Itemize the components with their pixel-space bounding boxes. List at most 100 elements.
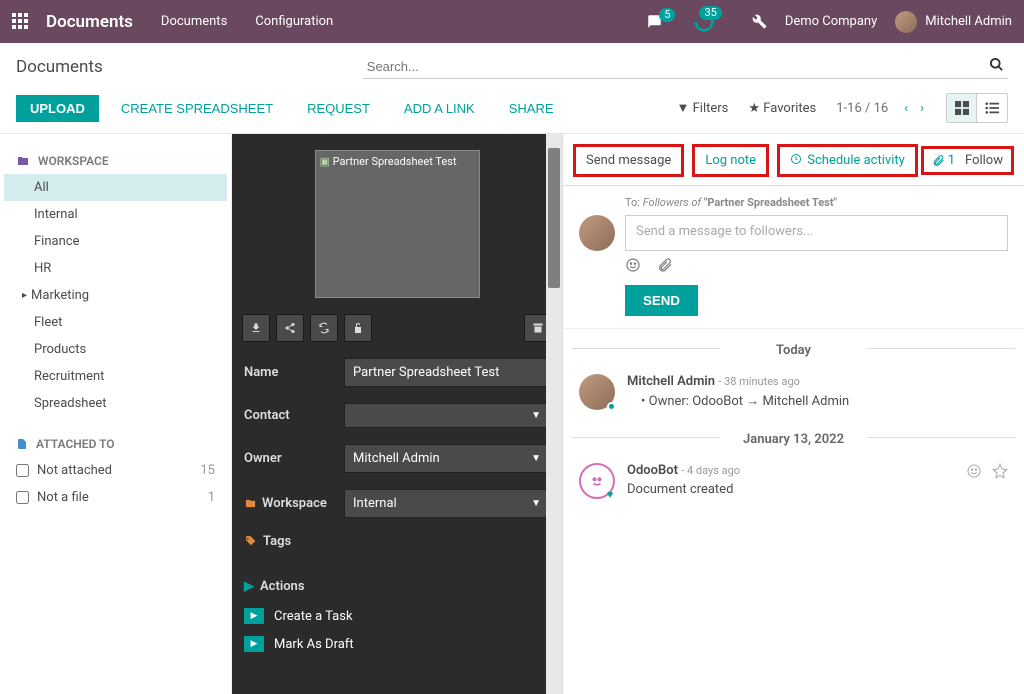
pager-label[interactable]: 1-16 / 16 xyxy=(836,101,888,116)
caret-right-icon: ▸ xyxy=(22,290,27,301)
replace-button[interactable] xyxy=(310,314,338,342)
document-thumbnail[interactable]: ▣ Partner Spreadsheet Test xyxy=(315,150,480,298)
composer: To: Followers of "Partner Spreadsheet Te… xyxy=(563,186,1024,329)
star-button[interactable] xyxy=(992,463,1008,499)
msg-actions xyxy=(966,463,1008,499)
sidebar-item-spreadsheet[interactable]: Spreadsheet xyxy=(4,390,227,417)
page-prev[interactable]: ‹ xyxy=(898,101,914,116)
lock-open-icon xyxy=(352,322,364,334)
kanban-view-button[interactable] xyxy=(947,94,977,122)
download-button[interactable] xyxy=(242,314,270,342)
owner-field[interactable]: Mitchell Admin ▼ xyxy=(344,444,550,473)
attach-button[interactable] xyxy=(657,257,673,273)
sidebar: WORKSPACE All Internal Finance HR ▸Marke… xyxy=(0,134,232,694)
checkbox-not-attached[interactable] xyxy=(16,464,29,477)
share-icon xyxy=(284,322,296,334)
tab-send-message[interactable]: Send message xyxy=(573,144,684,177)
search-icon[interactable] xyxy=(989,57,1004,72)
attachments-button[interactable]: 1 xyxy=(932,153,955,168)
list-icon xyxy=(985,101,999,115)
favorites-button[interactable]: ★ Favorites xyxy=(748,101,816,116)
tab-log-note[interactable]: Log note xyxy=(692,144,769,177)
sidebar-item-marketing[interactable]: ▸Marketing xyxy=(4,282,227,309)
messages-badge: 5 xyxy=(659,8,675,22)
heart-icon: ♥ xyxy=(607,488,614,501)
detail-scrollbar[interactable] xyxy=(546,134,562,694)
file-icon xyxy=(16,437,28,451)
main-layout: WORKSPACE All Internal Finance HR ▸Marke… xyxy=(0,134,1024,694)
emoji-button[interactable] xyxy=(625,257,641,273)
star-icon xyxy=(992,463,1008,479)
send-button[interactable]: SEND xyxy=(625,285,698,316)
menu-configuration[interactable]: Configuration xyxy=(255,14,333,29)
msg-author[interactable]: OdooBot xyxy=(627,463,678,478)
apps-icon[interactable] xyxy=(12,13,30,31)
contact-label: Contact xyxy=(244,408,344,423)
msg-time: - 4 days ago xyxy=(681,464,740,477)
sidebar-item-finance[interactable]: Finance xyxy=(4,228,227,255)
clock-icon xyxy=(790,153,802,165)
company-switcher[interactable]: Demo Company xyxy=(785,14,877,29)
detail-action-bar xyxy=(232,306,562,350)
workspace-field[interactable]: Internal ▼ xyxy=(344,489,550,518)
sidebar-item-all[interactable]: All xyxy=(4,174,227,201)
activity-clock[interactable]: 35 xyxy=(693,11,733,33)
brand[interactable]: Documents xyxy=(46,12,133,32)
action-create-task[interactable]: ▶ Create a Task xyxy=(232,602,562,630)
msg-author[interactable]: Mitchell Admin xyxy=(627,374,715,389)
tags-label: Tags xyxy=(232,526,562,557)
chatter-tabs: Send message Log note Schedule activity … xyxy=(563,134,1024,186)
tab-schedule-activity[interactable]: Schedule activity xyxy=(777,144,918,177)
page-title: Documents xyxy=(16,57,103,77)
sidebar-item-recruitment[interactable]: Recruitment xyxy=(4,363,227,390)
checkbox-not-file[interactable] xyxy=(16,491,29,504)
bot-face-icon xyxy=(587,471,607,491)
chevron-down-icon: ▼ xyxy=(531,410,541,421)
action-mark-draft[interactable]: ▶ Mark As Draft xyxy=(232,630,562,658)
avatar-icon xyxy=(895,11,917,33)
filters-button[interactable]: ▼ Filters xyxy=(677,100,729,116)
owner-label: Owner xyxy=(244,451,344,466)
toolbar: UPLOAD CREATE SPREADSHEET REQUEST ADD A … xyxy=(0,87,1024,134)
search-input[interactable] xyxy=(363,55,1008,79)
add-link-button[interactable]: ADD A LINK xyxy=(392,95,487,122)
list-view-button[interactable] xyxy=(977,94,1007,122)
chevron-down-icon: ▼ xyxy=(531,498,541,509)
message-1: Mitchell Admin - 38 minutes ago • Owner:… xyxy=(563,366,1024,418)
paperclip-icon xyxy=(932,154,945,167)
name-field[interactable]: Partner Spreadsheet Test xyxy=(344,358,550,387)
follow-button[interactable]: Follow xyxy=(965,153,1003,168)
menu-documents[interactable]: Documents xyxy=(161,14,227,29)
tag-icon xyxy=(244,535,257,548)
composer-avatar xyxy=(579,215,615,251)
sidebar-item-products[interactable]: Products xyxy=(4,336,227,363)
msg-body: Document created xyxy=(627,482,740,497)
contact-field[interactable]: ▼ xyxy=(344,403,550,428)
top-nav: Documents Documents Configuration 5 35 D… xyxy=(0,0,1024,43)
sidebar-item-fleet[interactable]: Fleet xyxy=(4,309,227,336)
play-icon: ▶ xyxy=(244,579,254,594)
smile-icon xyxy=(966,463,982,479)
msg-body: • Owner: OdooBot → Mitchell Admin xyxy=(627,393,849,409)
share-button[interactable]: SHARE xyxy=(497,95,566,122)
user-menu[interactable]: Mitchell Admin xyxy=(895,11,1012,33)
share-doc-button[interactable] xyxy=(276,314,304,342)
upload-button[interactable]: UPLOAD xyxy=(16,95,99,122)
workspace-header: WORKSPACE xyxy=(4,148,227,174)
kanban-icon xyxy=(955,101,969,115)
chatter-panel: Send message Log note Schedule activity … xyxy=(562,134,1024,694)
filter-not-attached[interactable]: Not attached 15 xyxy=(4,457,227,484)
debug-button[interactable] xyxy=(752,14,767,29)
request-button[interactable]: REQUEST xyxy=(295,95,382,122)
sidebar-item-hr[interactable]: HR xyxy=(4,255,227,282)
filter-not-file[interactable]: Not a file 1 xyxy=(4,484,227,511)
compose-input[interactable]: Send a message to followers... xyxy=(625,215,1008,251)
page-next[interactable]: › xyxy=(914,101,930,116)
create-spreadsheet-button[interactable]: CREATE SPREADSHEET xyxy=(109,95,285,122)
react-button[interactable] xyxy=(966,463,982,499)
wrench-icon xyxy=(752,14,767,29)
presence-indicator xyxy=(607,402,616,411)
messages-button[interactable]: 5 xyxy=(646,14,675,29)
lock-button[interactable] xyxy=(344,314,372,342)
sidebar-item-internal[interactable]: Internal xyxy=(4,201,227,228)
